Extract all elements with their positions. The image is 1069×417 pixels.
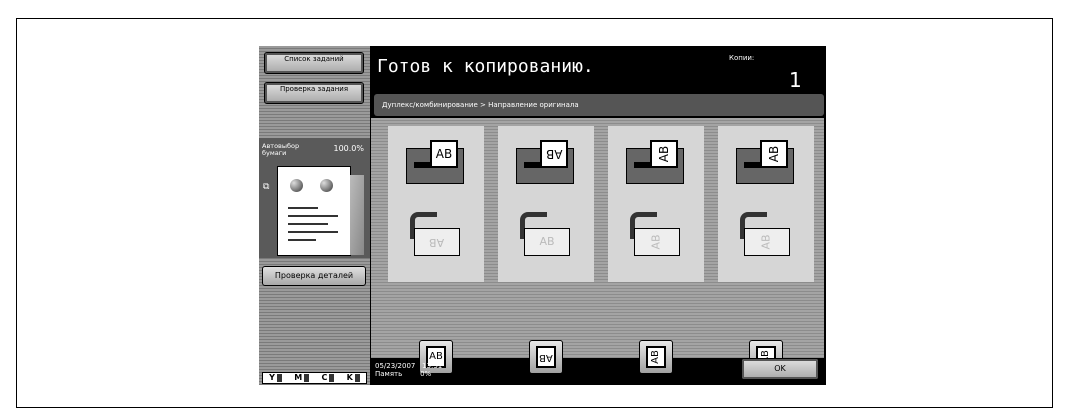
orientation-option-1[interactable]: AB AB	[388, 126, 484, 282]
job-list-button[interactable]: Список заданий	[264, 52, 364, 74]
toner-k: K	[347, 373, 360, 383]
paper-auto-label: Автовыбор бумаги	[262, 142, 300, 157]
status-footer: 05/23/2007 13:31 Память 0%	[375, 362, 442, 378]
status-title: Готов к копированию.	[377, 56, 594, 77]
toner-m: M	[294, 373, 310, 383]
copies-value: 1	[789, 68, 802, 92]
memory-label: Память	[375, 370, 403, 378]
memory-value: 0%	[420, 370, 432, 378]
feed-icon: AB	[626, 140, 686, 184]
check-details-button[interactable]: Проверка деталей	[262, 266, 366, 286]
feed-icon: AB	[736, 140, 796, 184]
feed-icon: AB	[406, 140, 466, 184]
orientation-option-3[interactable]: AB AB	[608, 126, 704, 282]
time: 13:31	[422, 362, 443, 370]
sidebar: Список заданий Проверка задания Автовыбо…	[259, 46, 370, 385]
duplex-icon: ⧉	[263, 182, 270, 192]
job-check-button[interactable]: Проверка задания	[264, 82, 364, 104]
orientation-option-2[interactable]: AB AB	[498, 126, 594, 282]
document-preview-icon	[277, 166, 364, 256]
orientation-select-3[interactable]: AB	[639, 340, 673, 374]
orientation-panel: AB AB AB AB AB AB AB AB AB AB AB AB	[371, 118, 824, 374]
breadcrumb: Дуплекс/комбинирование > Направление ори…	[374, 94, 824, 116]
feed-icon: AB	[516, 140, 576, 184]
paper-preview: Автовыбор бумаги 100.0% ⧉	[259, 138, 370, 258]
date: 05/23/2007	[375, 362, 416, 370]
copier-screen: Список заданий Проверка задания Автовыбо…	[259, 46, 826, 385]
toner-y: Y	[269, 373, 282, 383]
duplex-feed-icon: AB	[516, 212, 576, 256]
duplex-feed-icon: AB	[736, 212, 796, 256]
duplex-feed-icon: AB	[406, 212, 466, 256]
orientation-select-2[interactable]: AB	[529, 340, 563, 374]
toner-c: C	[321, 373, 335, 383]
copies-label: Копии:	[729, 54, 755, 62]
toner-levels: Y M C K	[262, 372, 367, 384]
orientation-option-4[interactable]: AB AB	[718, 126, 814, 282]
duplex-feed-icon: AB	[626, 212, 686, 256]
zoom-value: 100.0%	[333, 144, 364, 153]
ok-button[interactable]: OK	[741, 358, 819, 380]
